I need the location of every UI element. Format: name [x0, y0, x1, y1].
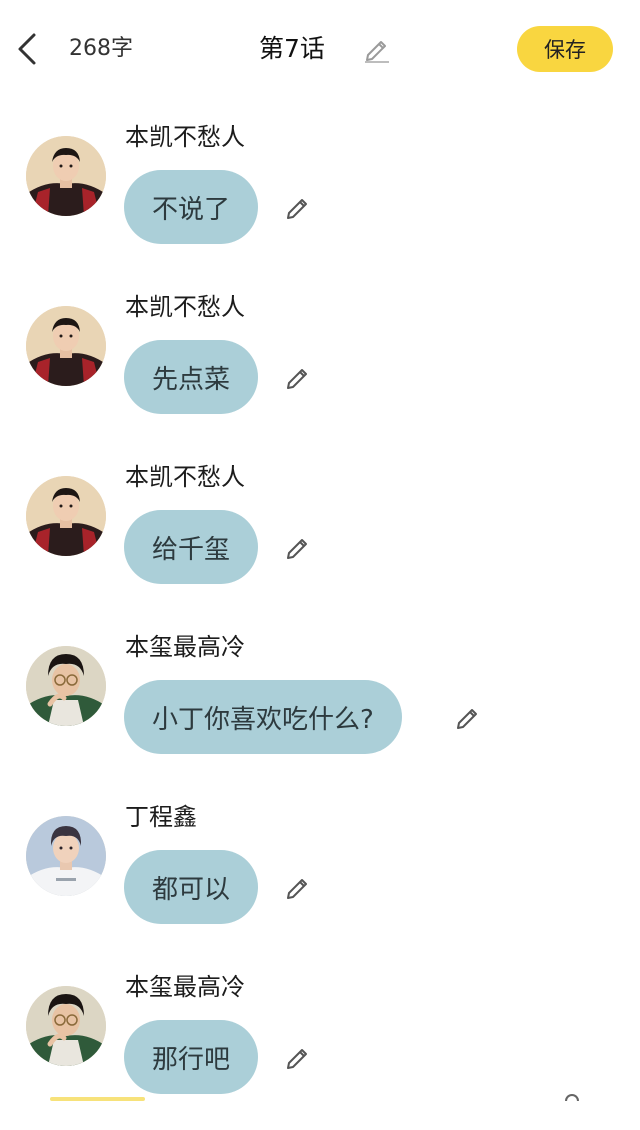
pencil-icon: [287, 1049, 307, 1069]
message-bubble[interactable]: 给千玺: [124, 510, 259, 584]
edit-message-button[interactable]: [285, 873, 313, 901]
avatar[interactable]: [26, 646, 106, 726]
message-bubble[interactable]: 那行吧: [124, 1020, 259, 1094]
avatar-xi-image: [26, 986, 106, 1066]
edit-title-button[interactable]: [362, 33, 392, 63]
avatar-ding-image: [26, 816, 106, 896]
sender-name: 本玺最高冷: [125, 973, 245, 1001]
chat-message: 本玺最高冷 小丁你喜欢吃什么?: [0, 630, 640, 790]
avatar[interactable]: [26, 986, 106, 1066]
message-bubble[interactable]: 都可以: [124, 850, 259, 924]
avatar[interactable]: [26, 306, 106, 386]
message-bubble[interactable]: 小丁你喜欢吃什么?: [124, 680, 402, 754]
pencil-icon: [287, 369, 307, 389]
chat-message: 丁程鑫 都可以: [0, 800, 640, 960]
save-button[interactable]: 保存: [517, 26, 613, 72]
pencil-icon: [287, 199, 307, 219]
pencil-icon: [457, 709, 477, 729]
message-bubble[interactable]: 先点菜: [124, 340, 259, 414]
message-bubble[interactable]: 不说了: [124, 170, 259, 244]
avatar[interactable]: [26, 136, 106, 216]
avatar[interactable]: [26, 816, 106, 896]
edit-message-button[interactable]: [285, 1043, 313, 1071]
back-button[interactable]: [12, 30, 42, 68]
sender-name: 本玺最高冷: [125, 633, 245, 661]
avatar-xi-image: [26, 646, 106, 726]
chat-message: 本凯不愁人 给千玺: [0, 460, 640, 620]
avatar[interactable]: [26, 476, 106, 556]
edit-message-button[interactable]: [285, 193, 313, 221]
avatar-kai-image: [26, 136, 106, 216]
chat-message: 本凯不愁人 不说了: [0, 120, 640, 280]
word-count: 268字: [69, 36, 133, 61]
pencil-icon: [365, 41, 389, 63]
sender-name: 丁程鑫: [125, 803, 197, 831]
chevron-left-icon: [18, 33, 36, 65]
bottom-toolbar-highlight: [50, 1097, 145, 1101]
pencil-icon: [287, 539, 307, 559]
top-bar: 268字 第7话 保存: [0, 0, 640, 96]
sender-name: 本凯不愁人: [125, 463, 245, 491]
chat-message: 本凯不愁人 先点菜: [0, 290, 640, 450]
edit-message-button[interactable]: [285, 533, 313, 561]
chapter-title: 第7话: [259, 34, 325, 63]
avatar-kai-image: [26, 306, 106, 386]
sender-name: 本凯不愁人: [125, 123, 245, 151]
search-icon[interactable]: [565, 1094, 579, 1101]
edit-message-button[interactable]: [455, 703, 483, 731]
edit-message-button[interactable]: [285, 363, 313, 391]
sender-name: 本凯不愁人: [125, 293, 245, 321]
pencil-icon: [287, 879, 307, 899]
chat-message: 本玺最高冷 那行吧: [0, 970, 640, 1130]
avatar-kai-image: [26, 476, 106, 556]
